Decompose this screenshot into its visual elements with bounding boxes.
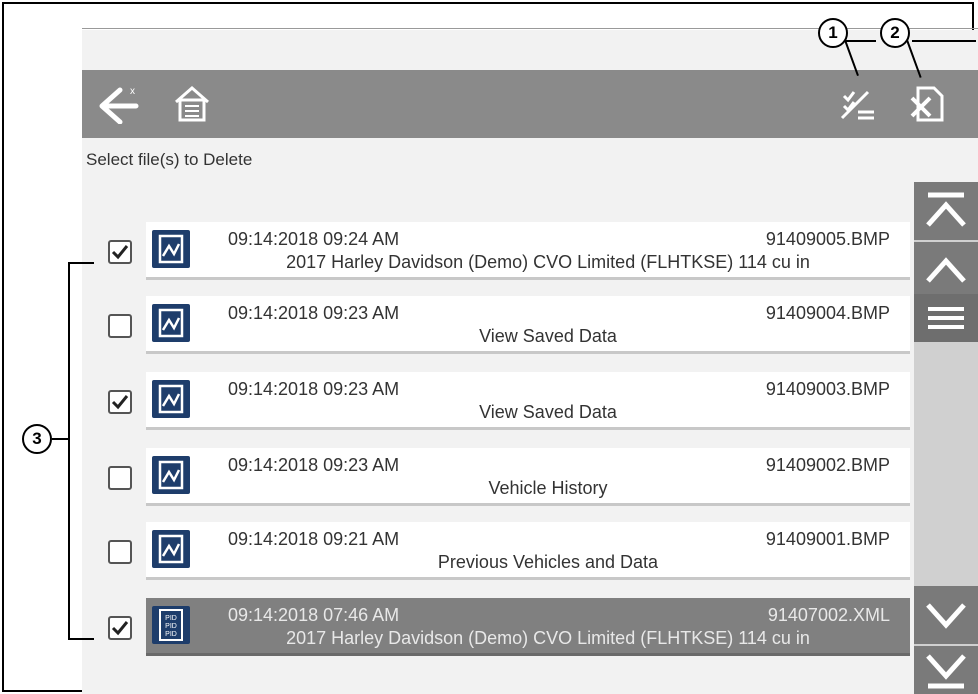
file-checkbox[interactable] <box>108 314 132 338</box>
file-name: 91407002.XML <box>767 605 890 625</box>
image-file-icon <box>152 304 190 342</box>
image-file-icon <box>152 380 190 418</box>
xml-file-icon: PID PID PID <box>152 606 190 644</box>
check-icon <box>111 621 129 636</box>
scroll-thumb[interactable] <box>914 294 978 342</box>
callout-3: 3 <box>22 424 52 454</box>
scroll-up-button[interactable] <box>914 242 978 300</box>
file-row[interactable]: 09:14:2018 09:24 AM 91409005.BMP 2017 Harl… <box>146 222 910 280</box>
file-date: 09:14:2018 07:46 AM <box>228 605 400 625</box>
image-file-icon <box>152 230 190 268</box>
callout-1: 1 <box>818 18 848 48</box>
callout-2-leader <box>912 40 976 42</box>
file-date: 09:14:2018 09:23 AM <box>228 303 400 323</box>
file-name: 91409003.BMP <box>765 379 890 399</box>
file-checkbox[interactable] <box>108 616 132 640</box>
file-date: 09:14:2018 09:23 AM <box>228 379 400 399</box>
svg-text:x: x <box>130 86 135 97</box>
select-all-icon[interactable] <box>834 80 882 128</box>
svg-text:PID: PID <box>165 615 177 622</box>
file-row[interactable]: 09:14:2018 09:23 AM 91409003.BMP View Save… <box>146 372 910 430</box>
toolbar: x <box>82 70 978 138</box>
file-checkbox[interactable] <box>108 540 132 564</box>
file-description: View Saved Data <box>479 326 617 346</box>
file-description: 2017 Harley Davidson (Demo) CVO Limited … <box>286 252 810 272</box>
instruction-label: Select file(s) to Delete <box>86 150 253 169</box>
image-file-icon <box>152 456 190 494</box>
callout-1-leader <box>844 40 876 42</box>
file-row[interactable]: 09:14:2018 09:21 AM 91409001.BMP Previous … <box>146 522 910 580</box>
home-icon[interactable] <box>168 80 216 128</box>
bracket-vertical <box>68 262 70 640</box>
file-row[interactable]: 09:14:2018 09:23 AM 91409004.BMP View Save… <box>146 296 910 354</box>
file-date: 09:14:2018 09:24 AM <box>228 229 400 249</box>
file-checkbox[interactable] <box>108 466 132 490</box>
bracket-bottom <box>68 638 94 640</box>
file-name: 91409004.BMP <box>765 303 890 323</box>
svg-text:PID: PID <box>165 631 177 638</box>
file-row[interactable]: 09:14:2018 09:23 AM 91409002.BMP Vehicle H… <box>146 448 910 506</box>
file-description: Previous Vehicles and Data <box>437 552 659 572</box>
callout-2: 2 <box>880 18 910 48</box>
file-checkbox[interactable] <box>108 390 132 414</box>
delete-icon[interactable] <box>904 80 952 128</box>
image-file-icon <box>152 530 190 568</box>
file-name: 91409002.BMP <box>765 455 890 475</box>
bracket-top <box>68 262 94 264</box>
check-icon <box>111 245 129 260</box>
file-name: 91409005.BMP <box>765 229 890 249</box>
file-name: 91409001.BMP <box>765 529 890 549</box>
callout-3-leader <box>52 438 68 440</box>
scrollbar[interactable] <box>914 182 978 694</box>
scroll-down-button[interactable] <box>914 586 978 644</box>
check-icon <box>111 395 129 410</box>
scroll-top-button[interactable] <box>914 182 978 240</box>
file-description: Vehicle History <box>488 478 608 498</box>
file-description: 2017 Harley Davidson (Demo) CVO Limited … <box>286 628 810 648</box>
file-row[interactable]: PID PID PID 09:14:2018 07:46 AM 91407002.XML… <box>146 598 910 656</box>
file-description: View Saved Data <box>479 402 617 422</box>
back-arrow-icon[interactable]: x <box>96 80 144 128</box>
file-date: 09:14:2018 09:23 AM <box>228 455 400 475</box>
svg-text:PID: PID <box>165 623 177 630</box>
scroll-bottom-button[interactable] <box>914 646 978 694</box>
file-date: 09:14:2018 09:21 AM <box>228 529 400 549</box>
file-checkbox[interactable] <box>108 240 132 264</box>
